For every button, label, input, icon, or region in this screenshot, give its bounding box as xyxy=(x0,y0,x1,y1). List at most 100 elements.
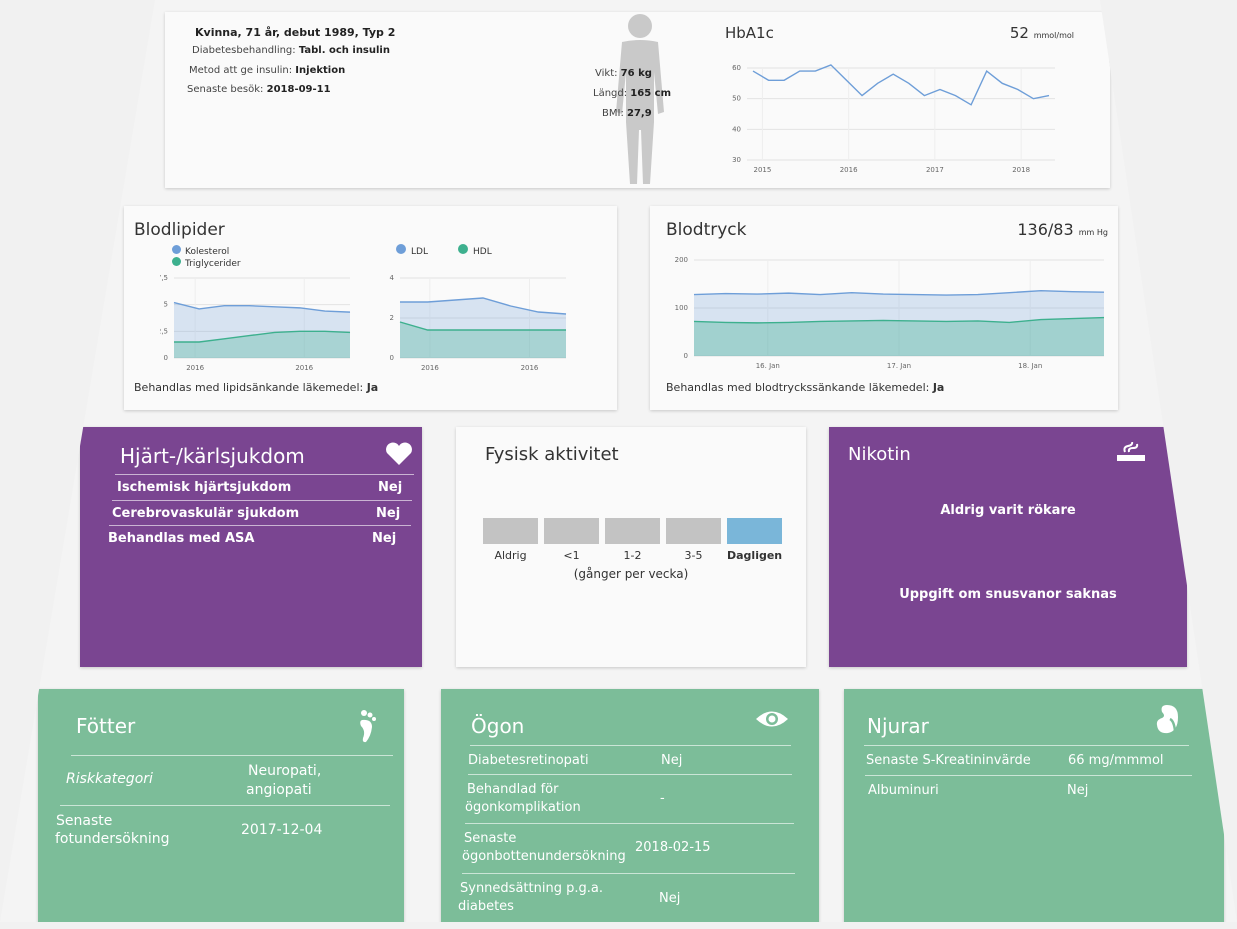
y-tick-label: 0 xyxy=(390,354,394,362)
y-tick-label: 100 xyxy=(675,304,688,312)
hba1c-chart: 304050602015201620172018 xyxy=(725,58,1075,178)
divider xyxy=(470,745,791,746)
eyes-card: Ögon Diabetesretinopati Nej Behandlad fö… xyxy=(441,689,819,929)
y-tick-label: 0 xyxy=(684,352,688,360)
eyes-title: Ögon xyxy=(471,714,524,738)
x-tick-label: 17. Jan xyxy=(887,362,911,370)
activity-level-label: Aldrig xyxy=(483,549,538,562)
x-tick-label: 2016 xyxy=(521,364,539,372)
nicotine-card: Nikotin Aldrig varit rökare Uppgift om s… xyxy=(829,427,1187,667)
foot-exam-label-line1: Senaste xyxy=(56,813,112,829)
foot-exam-label-line2: fotundersökning xyxy=(55,831,169,847)
smoking-status: Aldrig varit rökare xyxy=(829,503,1187,518)
eye-icon xyxy=(754,708,790,730)
bmi-row: BMI: 27,9 xyxy=(602,108,652,119)
retinopathy-value: Nej xyxy=(661,753,682,768)
x-tick-label: 2018 xyxy=(1012,166,1030,174)
activity-level-label: 1-2 xyxy=(605,549,660,562)
activity-level-box xyxy=(666,518,721,544)
legend-dot-icon xyxy=(458,244,468,254)
blood-lipids-card: Blodlipider Kolesterol Triglycerider LDL… xyxy=(124,206,617,410)
cerebrovascular-label: Cerebrovaskulär sjukdom xyxy=(112,506,299,521)
x-tick-label: 2016 xyxy=(295,364,313,372)
body-silhouette-icon xyxy=(600,12,680,188)
divider xyxy=(465,823,794,824)
hba1c-title: HbA1c xyxy=(725,24,774,42)
x-tick-label: 2016 xyxy=(186,364,204,372)
creatinine-label: Senaste S-Kreatininvärde xyxy=(866,753,1031,768)
kidneys-title: Njurar xyxy=(867,714,929,738)
y-tick-label: 5 xyxy=(164,301,168,309)
heart-icon xyxy=(385,442,413,466)
physical-activity-card: Fysisk aktivitet Aldrig<11-23-5Dagligen … xyxy=(456,427,806,667)
bp-medication-row: Behandlas med blodtryckssänkande läkemed… xyxy=(666,381,944,394)
lipids-title: Blodlipider xyxy=(134,220,225,240)
y-tick-label: 200 xyxy=(675,256,688,264)
kidney-icon xyxy=(1154,703,1180,735)
activity-title: Fysisk aktivitet xyxy=(485,444,619,465)
bp-value: 136/83 mm Hg xyxy=(1017,220,1108,239)
vision-value: Nej xyxy=(659,891,680,906)
retinopathy-label: Diabetesretinopati xyxy=(468,753,589,768)
y-tick-label: 0 xyxy=(164,354,168,362)
divider xyxy=(109,525,411,526)
legend-dot-icon xyxy=(172,257,181,266)
risk-value-line1: Neuropati, xyxy=(248,763,321,779)
blood-pressure-card: Blodtryck 136/83 mm Hg 010020016. Jan17.… xyxy=(650,206,1118,410)
activity-level-label: <1 xyxy=(544,549,599,562)
risk-value-line2: angiopati xyxy=(246,782,312,798)
activity-level-box xyxy=(544,518,599,544)
activity-scale xyxy=(483,518,783,544)
y-tick-label: 4 xyxy=(390,274,395,282)
legend-dot-icon xyxy=(172,245,181,254)
bp-title: Blodtryck xyxy=(666,220,746,240)
legend-dot-icon xyxy=(396,244,406,254)
fundus-value: 2018-02-15 xyxy=(635,840,711,855)
albuminuria-value: Nej xyxy=(1067,783,1088,798)
legend-kolesterol[interactable]: Kolesterol xyxy=(172,245,229,257)
patient-heading: Kvinna, 71 år, debut 1989, Typ 2 xyxy=(195,26,395,39)
fundus-label-line2: ögonbottenundersökning xyxy=(462,849,626,864)
activity-level-label: 3-5 xyxy=(666,549,721,562)
divider xyxy=(864,745,1189,746)
asa-label: Behandlas med ASA xyxy=(108,531,255,546)
snus-status: Uppgift om snusvanor saknas xyxy=(829,587,1187,602)
y-tick-label: 7,5 xyxy=(160,274,168,282)
footprint-icon xyxy=(356,709,378,743)
dashboard-page: Kvinna, 71 år, debut 1989, Typ 2 Diabete… xyxy=(0,0,1237,922)
treated-label-line2: ögonkomplikation xyxy=(465,800,581,815)
x-tick-label: 2016 xyxy=(421,364,439,372)
x-tick-label: 2015 xyxy=(753,166,771,174)
kidneys-card: Njurar Senaste S-Kreatininvärde 66 mg/mm… xyxy=(844,689,1224,929)
activity-caption: (gånger per vecka) xyxy=(456,567,806,581)
activity-level-box xyxy=(727,518,782,544)
divider xyxy=(71,755,393,756)
feet-title: Fötter xyxy=(76,714,135,738)
y-tick-label: 2 xyxy=(390,314,394,322)
activity-level-box xyxy=(483,518,538,544)
smoking-icon xyxy=(1115,442,1147,464)
cardiovascular-card: Hjärt-/kärlsjukdom Ischemisk hjärtsjukdo… xyxy=(80,427,422,667)
legend-hdl[interactable]: HDL xyxy=(458,244,492,257)
activity-level-label: Dagligen xyxy=(727,549,782,562)
albuminuria-label: Albuminuri xyxy=(868,783,939,798)
divider xyxy=(865,775,1192,776)
divider xyxy=(468,774,792,775)
insulin-method-row: Metod att ge insulin: Injektion xyxy=(189,65,345,76)
feet-card: Fötter Riskkategori Neuropati, angiopati… xyxy=(38,689,404,929)
blood-pressure-chart: 010020016. Jan17. Jan18. Jan xyxy=(664,250,1114,376)
fundus-label-line1: Senaste xyxy=(464,831,516,846)
weight-row: Vikt: 76 kg xyxy=(595,68,652,79)
cholesterol-chart: 02,557,520162016 xyxy=(160,268,370,376)
cardiovascular-title: Hjärt-/kärlsjukdom xyxy=(120,444,305,468)
divider xyxy=(60,805,390,806)
ldl-hdl-chart: 0 2 4 2016 2016 xyxy=(386,268,586,376)
activity-scale-labels: Aldrig <1 1-2 3-5 Dagligen xyxy=(483,549,783,565)
ischemic-label: Ischemisk hjärtsjukdom xyxy=(117,480,291,495)
height-row: Längd: 165 cm xyxy=(593,88,671,99)
ischemic-value: Nej xyxy=(378,480,402,495)
divider xyxy=(115,474,414,475)
cerebrovascular-value: Nej xyxy=(376,506,400,521)
divider xyxy=(462,873,795,874)
legend-ldl[interactable]: LDL xyxy=(396,244,428,257)
